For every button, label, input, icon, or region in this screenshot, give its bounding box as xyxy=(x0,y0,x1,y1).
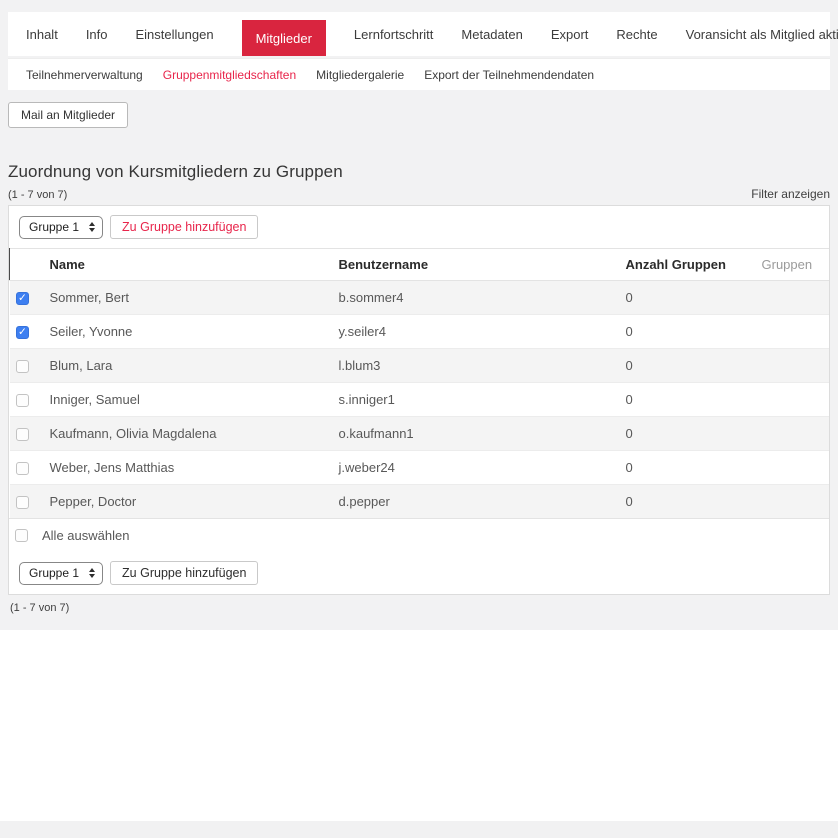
select-arrows-icon xyxy=(89,568,95,578)
header-checkbox-column xyxy=(10,249,44,281)
subnav-export-teilnehmendendaten[interactable]: Export der Teilnehmendendaten xyxy=(424,68,594,82)
tab-voransicht[interactable]: Voransicht als Mitglied aktivieren ❯ xyxy=(686,12,838,56)
tab-export[interactable]: Export xyxy=(551,12,589,56)
members-table-header: Name Benutzername Anzahl Gruppen Gruppen xyxy=(10,249,830,281)
cell-username: o.kaufmann1 xyxy=(333,417,620,451)
group-select-bottom-value: Gruppe 1 xyxy=(29,566,79,580)
cell-group-count: 0 xyxy=(620,281,756,315)
mail-to-members-button[interactable]: Mail an Mitglieder xyxy=(8,102,128,128)
top-group-controls: Gruppe 1 Zu Gruppe hinzufügen xyxy=(9,206,829,248)
header-group-count[interactable]: Anzahl Gruppen xyxy=(620,249,756,281)
cell-name: Weber, Jens Matthias xyxy=(44,451,333,485)
tab-inhalt[interactable]: Inhalt xyxy=(26,12,58,56)
cell-groups xyxy=(756,383,830,417)
row-checkbox[interactable] xyxy=(16,394,29,407)
table-row: Blum, Lara l.blum3 0 xyxy=(10,349,830,383)
mail-toolbar: Mail an Mitglieder xyxy=(8,102,830,128)
cell-name: Seiler, Yvonne xyxy=(44,315,333,349)
group-assignment-panel: Gruppe 1 Zu Gruppe hinzufügen Name Benut… xyxy=(8,205,830,595)
cell-groups xyxy=(756,451,830,485)
row-checkbox[interactable] xyxy=(16,428,29,441)
group-select-top[interactable]: Gruppe 1 xyxy=(19,216,103,239)
cell-name: Kaufmann, Olivia Magdalena xyxy=(44,417,333,451)
add-to-group-button-top[interactable]: Zu Gruppe hinzufügen xyxy=(110,215,258,239)
select-arrows-icon xyxy=(89,222,95,232)
cell-username: y.seiler4 xyxy=(333,315,620,349)
table-meta-row: (1 - 7 von 7) Filter anzeigen xyxy=(8,187,830,201)
cell-groups xyxy=(756,281,830,315)
add-to-group-button-bottom[interactable]: Zu Gruppe hinzufügen xyxy=(110,561,258,585)
header-name[interactable]: Name xyxy=(44,249,333,281)
header-groups: Gruppen xyxy=(756,249,830,281)
cell-group-count: 0 xyxy=(620,315,756,349)
members-table-body: Sommer, Bert b.sommer4 0 Seiler, Yvonne … xyxy=(10,281,830,519)
row-checkbox[interactable] xyxy=(16,326,29,339)
table-row: Seiler, Yvonne y.seiler4 0 xyxy=(10,315,830,349)
cell-group-count: 0 xyxy=(620,485,756,519)
cell-group-count: 0 xyxy=(620,383,756,417)
table-row: Kaufmann, Olivia Magdalena o.kaufmann1 0 xyxy=(10,417,830,451)
cell-groups xyxy=(756,485,830,519)
members-subnav: Teilnehmerverwaltung Gruppenmitgliedscha… xyxy=(8,58,830,90)
tab-mitglieder[interactable]: Mitglieder xyxy=(242,20,326,56)
subnav-gruppenmitgliedschaften[interactable]: Gruppenmitgliedschaften xyxy=(163,68,296,82)
tab-voransicht-label: Voransicht als Mitglied aktivieren xyxy=(686,27,838,42)
tab-lernfortschritt[interactable]: Lernfortschritt xyxy=(354,12,433,56)
row-checkbox[interactable] xyxy=(16,292,29,305)
subnav-mitgliedergalerie[interactable]: Mitgliedergalerie xyxy=(316,68,404,82)
cell-groups xyxy=(756,349,830,383)
cell-groups xyxy=(756,417,830,451)
result-count: (1 - 7 von 7) xyxy=(8,189,67,201)
tab-metadaten[interactable]: Metadaten xyxy=(461,12,522,56)
bottom-group-controls: Gruppe 1 Zu Gruppe hinzufügen xyxy=(9,552,829,594)
group-select-top-value: Gruppe 1 xyxy=(29,220,79,234)
tab-einstellungen[interactable]: Einstellungen xyxy=(136,12,214,56)
cell-name: Inniger, Samuel xyxy=(44,383,333,417)
footer-strip xyxy=(0,821,838,838)
tab-rechte[interactable]: Rechte xyxy=(616,12,657,56)
row-checkbox[interactable] xyxy=(16,360,29,373)
select-all-row: Alle auswählen xyxy=(9,518,829,552)
course-tabbar: Inhalt Info Einstellungen Mitglieder Ler… xyxy=(8,12,830,56)
cell-group-count: 0 xyxy=(620,451,756,485)
cell-username: b.sommer4 xyxy=(333,281,620,315)
cell-username: l.blum3 xyxy=(333,349,620,383)
subnav-teilnehmerverwaltung[interactable]: Teilnehmerverwaltung xyxy=(26,68,143,82)
page-top-section: Inhalt Info Einstellungen Mitglieder Ler… xyxy=(0,0,838,630)
pagination-bottom: (1 - 7 von 7) xyxy=(10,602,830,614)
page-title: Zuordnung von Kursmitgliedern zu Gruppen xyxy=(8,162,830,182)
row-checkbox[interactable] xyxy=(16,462,29,475)
cell-name: Pepper, Doctor xyxy=(44,485,333,519)
members-table: Name Benutzername Anzahl Gruppen Gruppen… xyxy=(9,248,829,518)
table-row: Weber, Jens Matthias j.weber24 0 xyxy=(10,451,830,485)
cell-name: Sommer, Bert xyxy=(44,281,333,315)
select-all-label: Alle auswählen xyxy=(42,528,129,543)
table-row: Sommer, Bert b.sommer4 0 xyxy=(10,281,830,315)
cell-group-count: 0 xyxy=(620,417,756,451)
cell-name: Blum, Lara xyxy=(44,349,333,383)
cell-username: s.inniger1 xyxy=(333,383,620,417)
show-filter-link[interactable]: Filter anzeigen xyxy=(751,187,830,201)
cell-group-count: 0 xyxy=(620,349,756,383)
cell-groups xyxy=(756,315,830,349)
table-row: Inniger, Samuel s.inniger1 0 xyxy=(10,383,830,417)
row-checkbox[interactable] xyxy=(16,496,29,509)
cell-username: d.pepper xyxy=(333,485,620,519)
table-row: Pepper, Doctor d.pepper 0 xyxy=(10,485,830,519)
select-all-checkbox[interactable] xyxy=(15,529,28,542)
tab-info[interactable]: Info xyxy=(86,12,108,56)
group-select-bottom[interactable]: Gruppe 1 xyxy=(19,562,103,585)
cell-username: j.weber24 xyxy=(333,451,620,485)
header-username[interactable]: Benutzername xyxy=(333,249,620,281)
